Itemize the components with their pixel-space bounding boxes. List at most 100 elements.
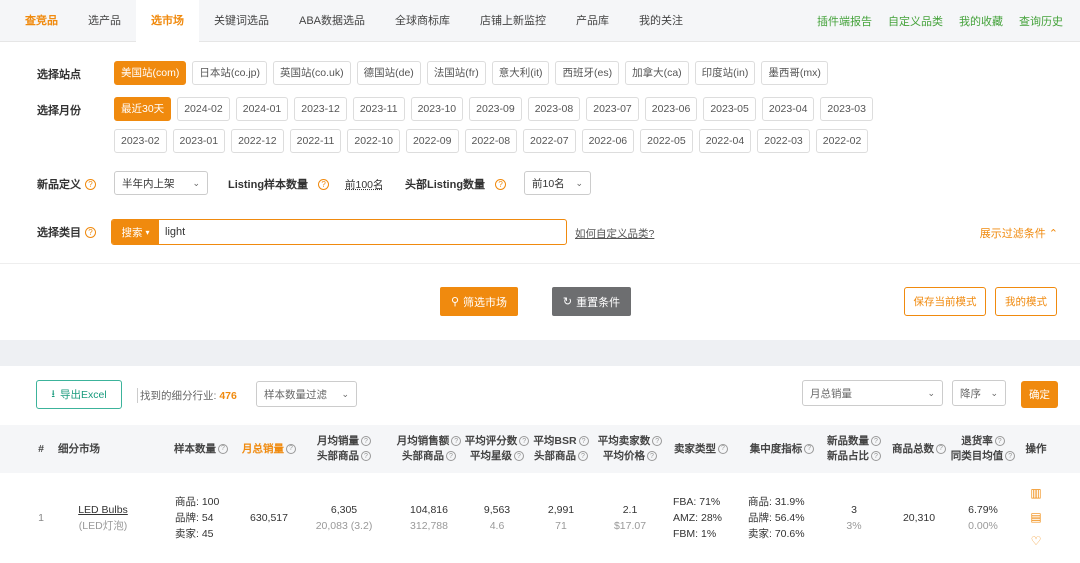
filter-chip[interactable]: 加拿大(ca): [625, 61, 689, 85]
filter-chip[interactable]: 2023-01: [172, 129, 226, 153]
filter-chip[interactable]: 西班牙(es): [555, 61, 620, 85]
chart-icon[interactable]: ▥: [1030, 485, 1041, 501]
help-icon[interactable]: ?: [361, 451, 371, 462]
nav-link[interactable]: 查询历史: [1019, 13, 1063, 29]
column-header[interactable]: 月均销量? 头部商品?: [312, 425, 376, 473]
newdef-select[interactable]: 半年内上架 ⌄: [114, 171, 208, 195]
nav-link[interactable]: 自定义品类: [888, 13, 943, 29]
filter-chip[interactable]: 墨西哥(mx): [761, 61, 828, 85]
help-icon[interactable]: ?: [85, 226, 96, 238]
help-icon[interactable]: ?: [85, 178, 96, 190]
help-icon[interactable]: ?: [652, 436, 663, 447]
filter-chip[interactable]: 2023-11: [352, 97, 405, 121]
nav-link[interactable]: 插件端报告: [817, 13, 872, 29]
filter-chip[interactable]: 2022-07: [523, 129, 576, 153]
column-header[interactable]: 集中度指标?: [744, 425, 820, 473]
filter-chip[interactable]: 印度站(in): [694, 61, 756, 85]
export-excel-button[interactable]: ⭳ 导出Excel: [36, 380, 122, 409]
help-icon[interactable]: ?: [578, 436, 589, 447]
filter-chip[interactable]: 2023-09: [469, 97, 522, 121]
filter-chip[interactable]: 法国站(fr): [426, 61, 486, 85]
confirm-button[interactable]: 确定: [1021, 381, 1058, 408]
help-icon[interactable]: ?: [495, 178, 507, 190]
help-icon[interactable]: ?: [994, 436, 1005, 447]
column-header[interactable]: 新品数量? 新品占比?: [822, 425, 886, 473]
filter-chip[interactable]: 2022-05: [640, 129, 693, 153]
save-mode-button[interactable]: 保存当前模式: [904, 287, 986, 316]
nav-tab[interactable]: 关键词选品: [199, 0, 284, 42]
column-header[interactable]: 样本数量?: [168, 425, 234, 473]
filter-chip[interactable]: 2023-06: [644, 97, 698, 121]
filter-chip[interactable]: 2023-04: [761, 97, 815, 121]
column-header[interactable]: 月总销量?: [236, 425, 302, 473]
filter-chip[interactable]: 2023-10: [410, 97, 464, 121]
filter-chip[interactable]: 2023-07: [586, 97, 639, 121]
nav-tab[interactable]: 选产品: [73, 0, 136, 42]
document-icon[interactable]: ▤: [1030, 509, 1041, 525]
help-icon[interactable]: ?: [446, 451, 456, 462]
nav-tab[interactable]: 全球商标库: [380, 0, 465, 42]
filter-chip[interactable]: 2022-08: [464, 129, 518, 153]
help-icon[interactable]: ?: [804, 443, 815, 454]
filter-chip[interactable]: 德国站(de): [356, 61, 421, 85]
nav-tab[interactable]: ABA数据选品: [284, 0, 380, 42]
help-icon[interactable]: ?: [218, 443, 228, 454]
filter-chip[interactable]: 2022-09: [405, 129, 459, 153]
filter-chip[interactable]: 2022-03: [757, 129, 810, 153]
help-icon[interactable]: ?: [871, 451, 881, 462]
filter-chip[interactable]: 日本站(co.jp): [192, 61, 268, 85]
nav-tab[interactable]: 产品库: [561, 0, 624, 42]
sample-value[interactable]: 前100名: [345, 177, 384, 192]
filter-chip[interactable]: 意大利(it): [491, 61, 550, 85]
filter-chip[interactable]: 2022-11: [289, 129, 342, 153]
filter-chip[interactable]: 2023-12: [294, 97, 347, 121]
column-header[interactable]: 商品总数?: [886, 425, 952, 473]
filter-chip[interactable]: 英国站(co.uk): [273, 61, 351, 85]
filter-chip[interactable]: 2024-02: [177, 97, 230, 121]
column-header[interactable]: 细分市场: [58, 425, 138, 473]
reset-button[interactable]: ↻ 重置条件: [552, 287, 631, 316]
nav-tab[interactable]: 我的关注: [624, 0, 698, 42]
column-header[interactable]: 卖家类型?: [668, 425, 734, 473]
sort-order-select[interactable]: 降序 ⌄: [952, 380, 1006, 406]
help-icon[interactable]: ?: [871, 436, 881, 447]
column-header[interactable]: 平均评分数? 平均星级?: [465, 425, 530, 473]
column-header[interactable]: #: [24, 425, 58, 473]
help-icon[interactable]: ?: [578, 451, 588, 462]
help-icon[interactable]: ?: [361, 436, 371, 447]
column-header[interactable]: 退货率? 同类目均值?: [951, 425, 1016, 473]
filter-chip[interactable]: 2023-05: [703, 97, 756, 121]
help-icon[interactable]: ?: [286, 443, 296, 454]
filter-chip[interactable]: 2022-12: [231, 129, 284, 153]
market-link[interactable]: LED Bulbs: [78, 502, 128, 518]
search-input[interactable]: light: [159, 220, 185, 244]
head-select[interactable]: 前10名 ⌄: [524, 171, 591, 195]
expand-filters-link[interactable]: 展示过滤条件 ⌃: [980, 225, 1058, 241]
brand-tab[interactable]: 查竞品: [10, 0, 73, 42]
filter-chip[interactable]: 2023-03: [820, 97, 873, 121]
help-icon[interactable]: ?: [519, 436, 530, 447]
help-icon[interactable]: ?: [1005, 451, 1016, 462]
help-icon[interactable]: ?: [718, 443, 728, 454]
column-header[interactable]: 平均卖家数? 平均价格?: [598, 425, 663, 473]
nav-link[interactable]: 我的收藏: [959, 13, 1003, 29]
filter-chip[interactable]: 2022-06: [581, 129, 635, 153]
filter-market-button[interactable]: ⚲ 筛选市场: [440, 287, 518, 316]
help-icon[interactable]: ?: [936, 443, 946, 454]
my-mode-button[interactable]: 我的模式: [995, 287, 1057, 316]
nav-tab[interactable]: 店铺上新监控: [465, 0, 561, 42]
filter-chip[interactable]: 2022-04: [698, 129, 752, 153]
filter-chip[interactable]: 2022-02: [815, 129, 869, 153]
help-icon[interactable]: ?: [647, 451, 657, 462]
heart-icon[interactable]: ♡: [1031, 533, 1042, 549]
sample-filter-select[interactable]: 样本数量过滤 ⌄: [256, 381, 357, 407]
help-icon[interactable]: ?: [451, 436, 462, 447]
column-header[interactable]: 操作: [1018, 425, 1054, 473]
help-icon[interactable]: ?: [514, 451, 524, 462]
filter-chip[interactable]: 2023-02: [114, 129, 167, 153]
sort-field-select[interactable]: 月总销量 ⌄: [802, 380, 943, 406]
filter-chip[interactable]: 最近30天: [114, 97, 172, 121]
help-icon[interactable]: ?: [318, 178, 330, 190]
filter-chip[interactable]: 美国站(com): [114, 61, 187, 85]
column-header[interactable]: 月均销售额? 头部商品?: [394, 425, 464, 473]
